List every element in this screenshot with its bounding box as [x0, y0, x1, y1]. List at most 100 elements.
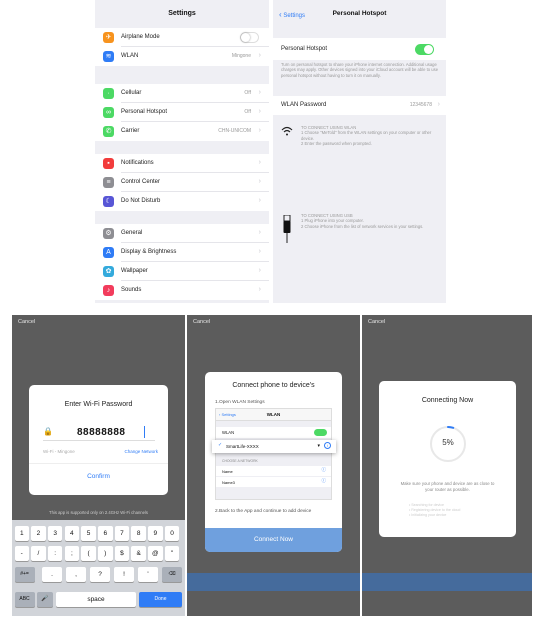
wallpaper-icon: ✿ [103, 266, 114, 277]
key-symbol[interactable]: " [164, 546, 180, 561]
mini-network-highlight: ✓ SmartLife-XXXX ▾ i [212, 440, 336, 453]
space-key[interactable]: space [56, 592, 136, 607]
key-0[interactable]: 1 [14, 526, 29, 541]
wlan-password-row[interactable]: WLAN Password 12345678 › [273, 96, 446, 115]
confirm-button[interactable]: Confirm [29, 473, 168, 480]
wlan-step-1: 1 Choose "MeTold" from the WLAN settings… [301, 130, 432, 141]
settings-row-label: Cellular [121, 90, 142, 96]
key-symbol[interactable]: @ [148, 546, 163, 561]
chevron-right-icon: › [258, 286, 261, 293]
key-3[interactable]: 4 [64, 526, 80, 541]
backspace-key[interactable]: ⌫ [162, 567, 182, 582]
settings-row-value: CHN-UNICOM [218, 128, 251, 134]
dialog-title: Connecting Now [421, 397, 474, 404]
done-key[interactable]: Done [139, 592, 182, 607]
progress-percent: 5% [442, 438, 454, 447]
key-1[interactable]: 2 [31, 526, 46, 541]
chevron-right-icon: › [258, 52, 261, 59]
control-center-icon: ≡ [103, 177, 114, 188]
settings-row-display[interactable]: A Display & Brightness › [95, 243, 269, 262]
mini-network-row: Name ⓘ [216, 466, 331, 476]
settings-row-airplane-mode[interactable]: ✈ Airplane Mode [95, 28, 269, 47]
key-7[interactable]: 8 [131, 526, 146, 541]
connect-phone-screen: Cancel Connect phone to device's 1.Open … [187, 315, 360, 616]
info-icon: i [324, 442, 331, 449]
settings-title: Settings [168, 10, 196, 17]
key-punctuation[interactable]: ' [138, 567, 158, 582]
airplane-mode-toggle[interactable] [240, 32, 259, 43]
chevron-right-icon: › [258, 159, 261, 166]
wlan-step-2: 2 Enter the password when prompted. [301, 141, 372, 147]
settings-row-wlan[interactable]: ≋ WLAN Mingone › [95, 47, 269, 66]
wlan-password-value: 12345678 [409, 102, 432, 108]
progress-steps: • Searching for device • Registering dev… [409, 503, 460, 518]
chevron-right-icon: › [437, 101, 440, 108]
key-symbol[interactable]: $ [114, 546, 130, 561]
cancel-button[interactable]: Cancel [193, 319, 210, 325]
key-8[interactable]: 9 [148, 526, 163, 541]
hotspot-icon: ∞ [103, 107, 114, 118]
password-input[interactable]: 🔒 88888888 [43, 425, 155, 441]
dialog-title: Enter Wi-Fi Password [64, 401, 133, 408]
settings-row-sounds[interactable]: ♪ Sounds › [95, 281, 269, 300]
settings-row-personal-hotspot[interactable]: ∞ Personal Hotspot Off › [95, 103, 269, 122]
change-network-link[interactable]: Change Network [124, 449, 158, 454]
settings-row-control-center[interactable]: ≡ Control Center › [95, 173, 269, 192]
key-punctuation[interactable]: . [42, 567, 62, 582]
cancel-button[interactable]: Cancel [368, 319, 385, 325]
key-symbol[interactable]: & [131, 546, 146, 561]
settings-row-value: Off [244, 90, 251, 96]
usb-cable-icon [283, 214, 291, 248]
hotspot-toggle[interactable] [415, 44, 434, 55]
chevron-right-icon: › [258, 248, 261, 255]
settings-row-notifications[interactable]: ▪ Notifications › [95, 154, 269, 173]
key-symbol[interactable]: ( [81, 546, 96, 561]
settings-row-do-not-disturb[interactable]: ☾ Do Not Disturb › [95, 192, 269, 211]
cancel-button[interactable]: Cancel [18, 319, 35, 325]
key-symbol[interactable]: / [31, 546, 46, 561]
settings-row-wallpaper[interactable]: ✿ Wallpaper › [95, 262, 269, 281]
password-value: 88888888 [77, 427, 126, 438]
abc-key[interactable]: ABC [14, 592, 35, 607]
key-symbol[interactable]: ; [64, 546, 80, 561]
key-4[interactable]: 5 [81, 526, 96, 541]
key-punctuation[interactable]: ? [90, 567, 110, 582]
settings-row-carrier[interactable]: ✆ Carrier CHN-UNICOM › [95, 122, 269, 141]
progress-step-label: Initializing your device [411, 513, 447, 517]
hotspot-toggle-row[interactable]: Personal Hotspot [273, 38, 446, 60]
key-punctuation[interactable]: , [66, 567, 86, 582]
gear-icon: ⚙ [103, 228, 114, 239]
step-2: 2.Back to the App and continue to add de… [215, 509, 312, 514]
key-6[interactable]: 7 [114, 526, 130, 541]
settings-row-cellular[interactable]: · Cellular Off › [95, 84, 269, 103]
info-icon: ⓘ [321, 467, 327, 472]
symbols-key[interactable]: #+= [14, 567, 35, 582]
key-symbol[interactable]: ) [98, 546, 113, 561]
settings-row-general[interactable]: ⚙ General › [95, 224, 269, 243]
phone-icon: ✆ [103, 126, 114, 137]
numeric-keyboard: 1 2 3 4 5 6 7 8 9 0 - /:;() $ & @ " #+=.,?! ' ⌫ ABC 🎤 space Do… [12, 520, 185, 616]
mini-network-name: SmartLife-XXXX [226, 444, 259, 449]
checkmark-icon: ✓ [218, 443, 223, 448]
connect-now-button[interactable]: Connect Now [205, 528, 342, 552]
settings-row-label: Do Not Disturb [121, 198, 161, 204]
settings-row-label: Control Center [121, 179, 161, 185]
connecting-screen: Cancel Connecting Now 5% Make sure your … [362, 315, 532, 616]
key-symbol[interactable]: : [47, 546, 63, 561]
key-symbol[interactable]: - [14, 546, 29, 561]
chevron-right-icon: › [258, 178, 261, 185]
mini-wlan-row: WLAN [216, 427, 331, 438]
wifi-icon: ≋ [103, 51, 114, 62]
progress-step: • Initializing your device [409, 513, 447, 517]
key-5[interactable]: 6 [98, 526, 113, 541]
channel-note: This app is supported only on 2.4GHz Wi-… [49, 510, 148, 515]
key-punctuation[interactable]: ! [114, 567, 134, 582]
microphone-icon[interactable]: 🎤 [37, 592, 53, 607]
airplane-icon: ✈ [103, 32, 114, 43]
key-9[interactable]: 0 [164, 526, 180, 541]
cellular-icon: · [103, 88, 114, 99]
wifi-icon [281, 126, 293, 138]
key-2[interactable]: 3 [47, 526, 63, 541]
display-icon: A [103, 247, 114, 258]
usb-instructions: TO CONNECT USING USB 1 Plug iPhone into … [301, 213, 441, 229]
